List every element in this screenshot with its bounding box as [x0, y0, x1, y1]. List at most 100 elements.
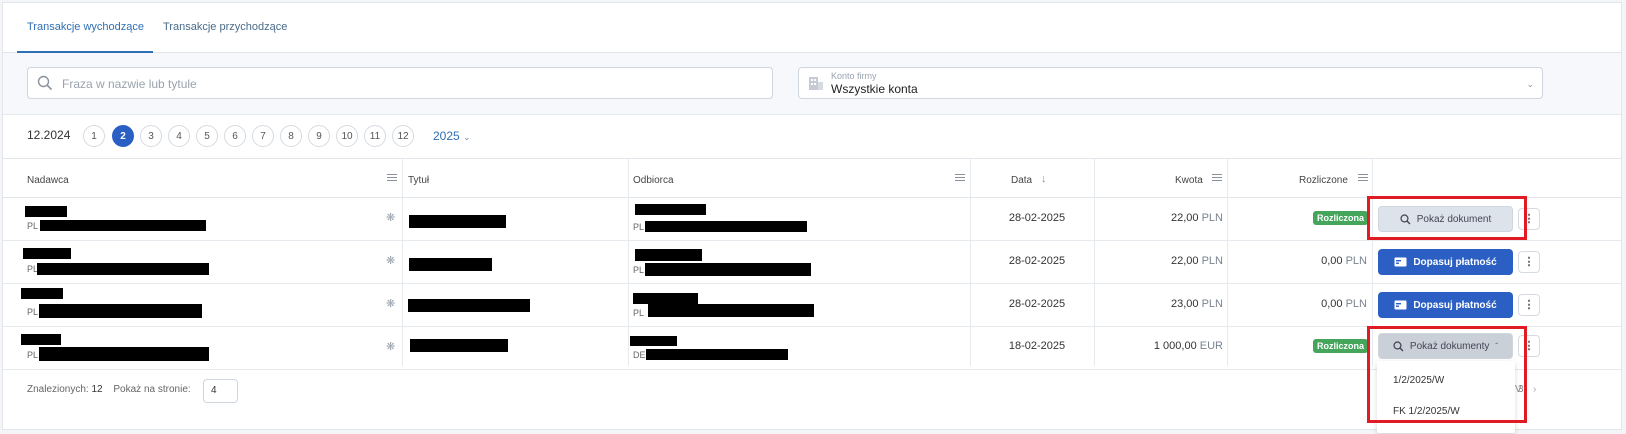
search-field[interactable]: [27, 67, 773, 99]
transaction-date: 28-02-2025: [1008, 212, 1066, 224]
previous-period-link[interactable]: 12.2024: [27, 128, 70, 142]
found-label: Znalezionych:: [27, 384, 89, 395]
month-button[interactable]: 11: [364, 125, 386, 147]
column-menu-icon[interactable]: [1212, 174, 1222, 183]
highlight-frame: [1367, 326, 1527, 423]
filter-bar: Konto firmy Wszystkie konta ⌄: [3, 53, 1621, 115]
sender-country: PL: [27, 350, 39, 360]
chevron-down-icon: ⌄: [1526, 79, 1534, 89]
more-actions-button[interactable]: ⋮: [1518, 294, 1540, 316]
match-payment-button[interactable]: Dopasuj płatność: [1378, 292, 1513, 318]
recipient-country: DE: [633, 350, 646, 360]
redacted-sender-name: [21, 334, 61, 345]
column-header-amount[interactable]: Kwota: [1175, 175, 1203, 186]
sender-country: PL: [27, 221, 39, 231]
month-button[interactable]: 3: [140, 125, 162, 147]
redacted-sender-name: [25, 206, 67, 217]
year-select[interactable]: 2025 ⌄: [433, 129, 471, 143]
table-row[interactable]: PL ❋ PL 28-02-2025 23,00 PLN 0,00 PLN Do…: [3, 284, 1621, 327]
company-account-select[interactable]: Konto firmy Wszystkie konta ⌄: [798, 67, 1543, 99]
redacted-recipient-name: [635, 204, 706, 215]
redacted-sender-name: [21, 288, 63, 299]
column-header-sender[interactable]: Nadawca: [27, 175, 69, 186]
redacted-title: [409, 258, 492, 271]
gear-icon[interactable]: ❋: [386, 297, 395, 310]
column-header-recipient[interactable]: Odbiorca: [633, 175, 674, 186]
redacted-title: [410, 339, 508, 352]
recipient-country: PL: [633, 265, 645, 275]
payment-card-icon: [1394, 257, 1407, 267]
month-button[interactable]: 2: [112, 125, 134, 147]
redacted-sender-account: [39, 347, 209, 361]
kebab-menu-icon: ⋮: [1523, 255, 1535, 268]
redacted-recipient-account: [645, 221, 807, 232]
month-button[interactable]: 7: [252, 125, 274, 147]
table-row[interactable]: PL ❋ PL 28-02-2025 22,00 PLN 0,00 PLN Do…: [3, 241, 1621, 284]
redacted-sender-account: [37, 263, 209, 275]
transaction-date: 28-02-2025: [1008, 298, 1066, 310]
settled-amount: 0,00 PLN: [1321, 255, 1367, 267]
redacted-sender-account: [40, 220, 206, 231]
column-menu-icon[interactable]: [1358, 174, 1368, 183]
settled-value: 0,00: [1321, 298, 1343, 310]
sort-arrow-down-icon[interactable]: ↓: [1041, 173, 1047, 185]
status-badge: Rozliczona: [1313, 339, 1369, 353]
building-icon: [809, 77, 823, 90]
more-actions-button[interactable]: ⋮: [1518, 251, 1540, 273]
redacted-title: [408, 299, 530, 312]
button-label: Dopasuj płatność: [1413, 256, 1497, 268]
status-badge: Rozliczona: [1313, 211, 1369, 225]
match-payment-button[interactable]: Dopasuj płatność: [1378, 249, 1513, 275]
month-button[interactable]: 9: [308, 125, 330, 147]
column-header-settled[interactable]: Rozliczone: [1299, 175, 1348, 186]
chevron-right-icon[interactable]: ›: [1533, 384, 1536, 395]
settled-amount: 0,00 PLN: [1321, 298, 1367, 310]
kebab-menu-icon: ⋮: [1523, 298, 1535, 311]
chevron-down-icon: ⌄: [463, 132, 471, 142]
redacted-recipient-name: [635, 249, 702, 261]
column-menu-icon[interactable]: [387, 174, 397, 183]
redacted-recipient-name: [630, 336, 677, 346]
amount-currency: PLN: [1201, 298, 1223, 310]
gear-icon[interactable]: ❋: [386, 254, 395, 267]
year-value: 2025: [433, 129, 460, 143]
redacted-sender-name: [23, 248, 71, 259]
tab-incoming-transactions[interactable]: Transakcje przychodzące: [163, 21, 287, 33]
amount-currency: EUR: [1199, 340, 1223, 352]
month-button[interactable]: 4: [168, 125, 190, 147]
month-button[interactable]: 6: [224, 125, 246, 147]
column-header-title[interactable]: Tytuł: [408, 175, 429, 186]
recipient-country: PL: [633, 308, 645, 318]
page-size-input[interactable]: 4: [203, 379, 238, 403]
redacted-recipient-account: [648, 304, 814, 317]
redacted-title: [409, 215, 506, 228]
search-input[interactable]: [62, 74, 752, 94]
results-summary: Znalezionych: 12 Pokaż na stronie:: [27, 384, 191, 395]
column-menu-icon[interactable]: [955, 174, 965, 183]
month-button[interactable]: 5: [196, 125, 218, 147]
redacted-recipient-account: [645, 263, 811, 276]
settled-currency: PLN: [1345, 255, 1367, 267]
gear-icon[interactable]: ❋: [386, 211, 395, 224]
page-size-label: Pokaż na stronie:: [113, 384, 191, 395]
highlight-frame: [1367, 196, 1527, 240]
month-button[interactable]: 10: [336, 125, 358, 147]
month-button[interactable]: 12: [392, 125, 414, 147]
payment-card-icon: [1394, 300, 1407, 310]
amount-currency: PLN: [1201, 212, 1223, 224]
column-header-date[interactable]: Data: [1011, 175, 1032, 186]
transaction-amount: 22,00 PLN: [1171, 255, 1223, 267]
amount-value: 23,00: [1171, 298, 1199, 310]
month-button[interactable]: 8: [280, 125, 302, 147]
gear-icon[interactable]: ❋: [386, 340, 395, 353]
amount-value: 22,00: [1171, 255, 1199, 267]
amount-currency: PLN: [1201, 255, 1223, 267]
settled-value: 0,00: [1321, 255, 1343, 267]
tab-outgoing-transactions[interactable]: Transakcje wychodzące: [27, 21, 144, 33]
redacted-sender-account: [39, 304, 202, 318]
month-button[interactable]: 1: [83, 125, 105, 147]
account-select-label: Konto firmy: [831, 71, 877, 81]
button-label: Dopasuj płatność: [1413, 299, 1497, 311]
search-icon: [37, 75, 53, 91]
sender-country: PL: [27, 307, 39, 317]
